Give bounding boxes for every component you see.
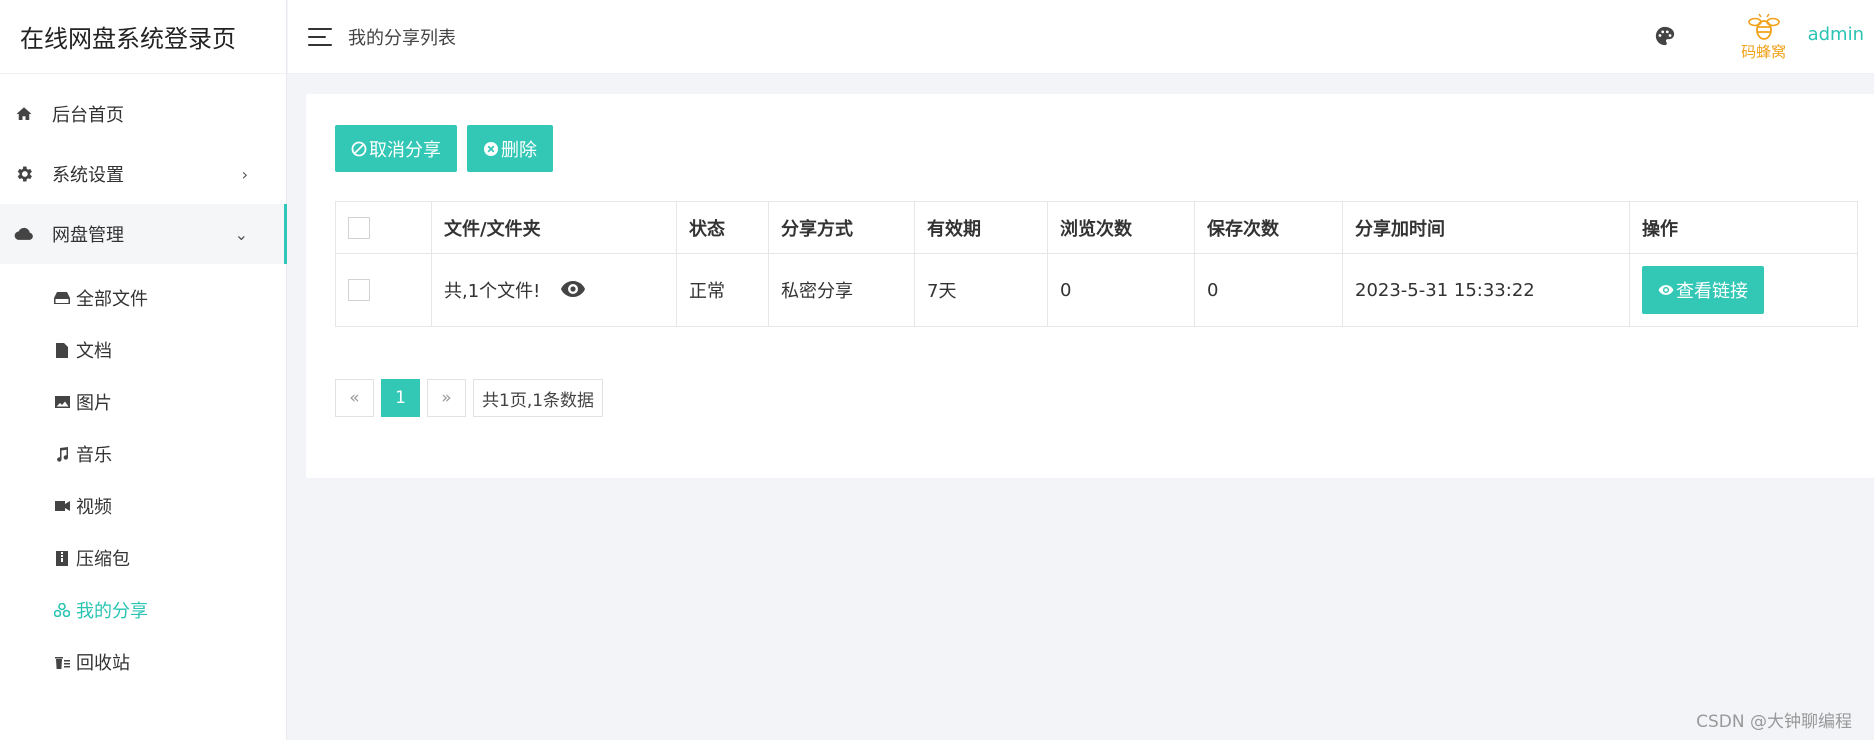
sidebar-item-label: 音乐 bbox=[76, 445, 112, 466]
pagination: « 1 » 共1页,1条数据 bbox=[335, 379, 604, 417]
sidebar-item-label: 图片 bbox=[76, 393, 112, 414]
col-header-validity: 有效期 bbox=[914, 201, 1048, 254]
sidebar-item-label: 后台首页 bbox=[52, 105, 124, 126]
sidebar-item-disk-management[interactable]: 网盘管理 ⌄ bbox=[0, 204, 287, 264]
close-circle-icon bbox=[483, 141, 499, 157]
top-header: 我的分享列表 码蜂窝 admin bbox=[288, 0, 1874, 74]
sidebar-item-settings[interactable]: 系统设置 › bbox=[0, 144, 286, 204]
cell-time: 2023-5-31 15:33:22 bbox=[1342, 253, 1630, 327]
palette-icon[interactable] bbox=[1654, 25, 1678, 49]
select-all-cell bbox=[335, 201, 432, 254]
select-all-checkbox[interactable] bbox=[348, 216, 370, 239]
share-table: 文件/文件夹 状态 分享方式 有效期 浏览次数 保存次数 分享加时间 操作 共,… bbox=[335, 201, 1858, 327]
file-name: 共,1个文件! bbox=[444, 280, 541, 302]
pagination-summary: 共1页,1条数据 bbox=[473, 379, 604, 417]
share-icon bbox=[54, 602, 70, 618]
row-checkbox[interactable] bbox=[348, 279, 370, 301]
share-list-card: 取消分享 删除 文件/文件夹 状态 分享方式 有效期 浏览次数 保存次数 分享加… bbox=[306, 94, 1874, 478]
sidebar-item-my-shares[interactable]: 我的分享 bbox=[0, 584, 286, 636]
sidebar-item-home[interactable]: 后台首页 bbox=[0, 84, 286, 144]
bee-logo-icon bbox=[1747, 13, 1780, 40]
file-icon bbox=[54, 342, 70, 358]
sidebar-item-label: 全部文件 bbox=[76, 289, 148, 310]
page-1-button[interactable]: 1 bbox=[381, 379, 420, 417]
col-header-views: 浏览次数 bbox=[1047, 201, 1195, 254]
sidebar: 在线网盘系统登录页 后台首页 系统设置 › 网盘管理 ⌄ 全部文件 文档 图片 … bbox=[0, 0, 287, 740]
music-icon bbox=[54, 446, 70, 462]
menu-toggle-icon[interactable] bbox=[308, 27, 332, 46]
chevron-down-icon: ⌄ bbox=[234, 224, 248, 244]
sidebar-item-all-files[interactable]: 全部文件 bbox=[0, 272, 286, 324]
sidebar-item-label: 回收站 bbox=[76, 653, 130, 674]
image-icon bbox=[54, 394, 70, 410]
row-select-cell bbox=[335, 253, 432, 327]
col-header-action: 操作 bbox=[1629, 201, 1858, 254]
cell-file: 共,1个文件! bbox=[431, 253, 677, 327]
button-label: 查看链接 bbox=[1676, 281, 1748, 302]
cancel-share-button[interactable]: 取消分享 bbox=[335, 125, 457, 172]
button-label: 删除 bbox=[501, 139, 537, 161]
sidebar-item-label: 网盘管理 bbox=[52, 225, 124, 246]
submenu-disk: 全部文件 文档 图片 音乐 视频 压缩包 我的分享 回收站 bbox=[0, 264, 286, 688]
col-header-method: 分享方式 bbox=[768, 201, 915, 254]
sidebar-item-label: 压缩包 bbox=[76, 549, 130, 570]
archive-icon bbox=[54, 550, 70, 566]
gear-icon bbox=[14, 164, 34, 184]
chevron-right-icon: › bbox=[241, 164, 248, 184]
sidebar-item-archives[interactable]: 压缩包 bbox=[0, 532, 286, 584]
home-icon bbox=[14, 104, 34, 124]
user-menu[interactable]: admin bbox=[1808, 24, 1868, 45]
eye-icon bbox=[1658, 284, 1674, 296]
next-page-button[interactable]: » bbox=[427, 379, 466, 417]
breadcrumb: 我的分享列表 bbox=[348, 27, 456, 49]
brand-title: 在线网盘系统登录页 bbox=[0, 0, 286, 74]
logo-text: 码蜂窝 bbox=[1741, 42, 1787, 61]
cell-views: 0 bbox=[1047, 253, 1195, 327]
col-header-saves: 保存次数 bbox=[1194, 201, 1343, 254]
video-icon bbox=[54, 498, 70, 514]
cell-status: 正常 bbox=[676, 253, 769, 327]
button-label: 取消分享 bbox=[369, 139, 441, 161]
ban-icon bbox=[351, 141, 367, 157]
table-header-row: 文件/文件夹 状态 分享方式 有效期 浏览次数 保存次数 分享加时间 操作 bbox=[335, 201, 1858, 254]
sidebar-item-documents[interactable]: 文档 bbox=[0, 324, 286, 376]
col-header-file: 文件/文件夹 bbox=[431, 201, 677, 254]
cell-action: 查看链接 bbox=[1629, 253, 1858, 327]
watermark: CSDN @大钟聊编程 bbox=[1696, 712, 1852, 732]
drive-icon bbox=[54, 290, 70, 306]
view-link-button[interactable]: 查看链接 bbox=[1642, 266, 1764, 314]
sidebar-item-label: 文档 bbox=[76, 341, 112, 362]
eye-icon[interactable] bbox=[560, 280, 586, 303]
prev-page-button[interactable]: « bbox=[335, 379, 374, 417]
sidebar-item-video[interactable]: 视频 bbox=[0, 480, 286, 532]
app-root: 在线网盘系统登录页 后台首页 系统设置 › 网盘管理 ⌄ 全部文件 文档 图片 … bbox=[0, 0, 1874, 740]
header-right: 码蜂窝 admin bbox=[1654, 0, 1868, 74]
cell-saves: 0 bbox=[1194, 253, 1343, 327]
cell-method: 私密分享 bbox=[768, 253, 915, 327]
cell-validity: 7天 bbox=[914, 253, 1048, 327]
sidebar-item-label: 系统设置 bbox=[52, 165, 124, 186]
toolbar: 取消分享 删除 bbox=[335, 125, 553, 172]
cloud-icon bbox=[14, 224, 34, 244]
sidebar-item-label: 视频 bbox=[76, 497, 112, 518]
sidebar-item-music[interactable]: 音乐 bbox=[0, 428, 286, 480]
table-row: 共,1个文件! 正常 私密分享 7天 0 0 2023-5-31 15:33:2… bbox=[335, 253, 1858, 327]
sidebar-item-images[interactable]: 图片 bbox=[0, 376, 286, 428]
sidebar-item-label: 我的分享 bbox=[76, 601, 148, 622]
col-header-time: 分享加时间 bbox=[1342, 201, 1630, 254]
brand-logo: 码蜂窝 bbox=[1734, 7, 1794, 67]
col-header-status: 状态 bbox=[676, 201, 769, 254]
trash-icon bbox=[54, 654, 70, 670]
sidebar-item-recycle-bin[interactable]: 回收站 bbox=[0, 636, 286, 688]
delete-button[interactable]: 删除 bbox=[467, 125, 553, 172]
